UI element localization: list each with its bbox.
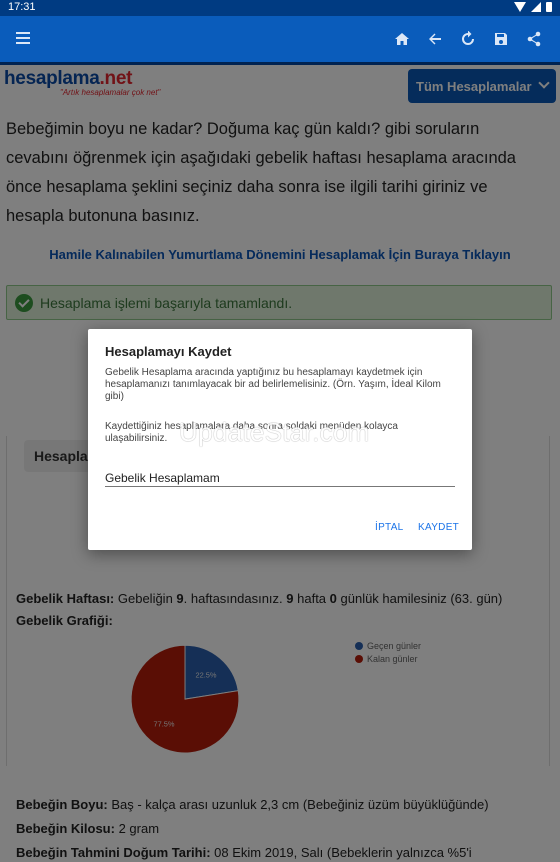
app-toolbar <box>0 16 560 62</box>
watermark-text: UpdateStar.com <box>179 417 370 447</box>
cancel-button[interactable]: İPTAL <box>375 522 404 533</box>
share-icon[interactable] <box>517 28 550 50</box>
save-icon[interactable] <box>484 28 517 50</box>
back-arrow-icon[interactable] <box>418 28 451 50</box>
battery-icon <box>546 2 552 12</box>
dialog-message: Gebelik Hesaplama aracında yaptığınız bu… <box>105 367 441 402</box>
save-button[interactable]: KAYDET <box>418 522 459 533</box>
refresh-icon[interactable] <box>451 28 484 50</box>
signal-icon <box>531 2 541 12</box>
status-time: 17:31 <box>8 1 36 13</box>
home-icon[interactable] <box>385 28 418 50</box>
status-icons <box>514 2 552 12</box>
wifi-icon <box>514 2 526 12</box>
calculation-name-input[interactable] <box>105 469 455 487</box>
status-bar: 17:31 <box>0 0 560 16</box>
dialog-title: Hesaplamayı Kaydet <box>105 344 232 359</box>
menu-icon[interactable] <box>14 30 34 48</box>
